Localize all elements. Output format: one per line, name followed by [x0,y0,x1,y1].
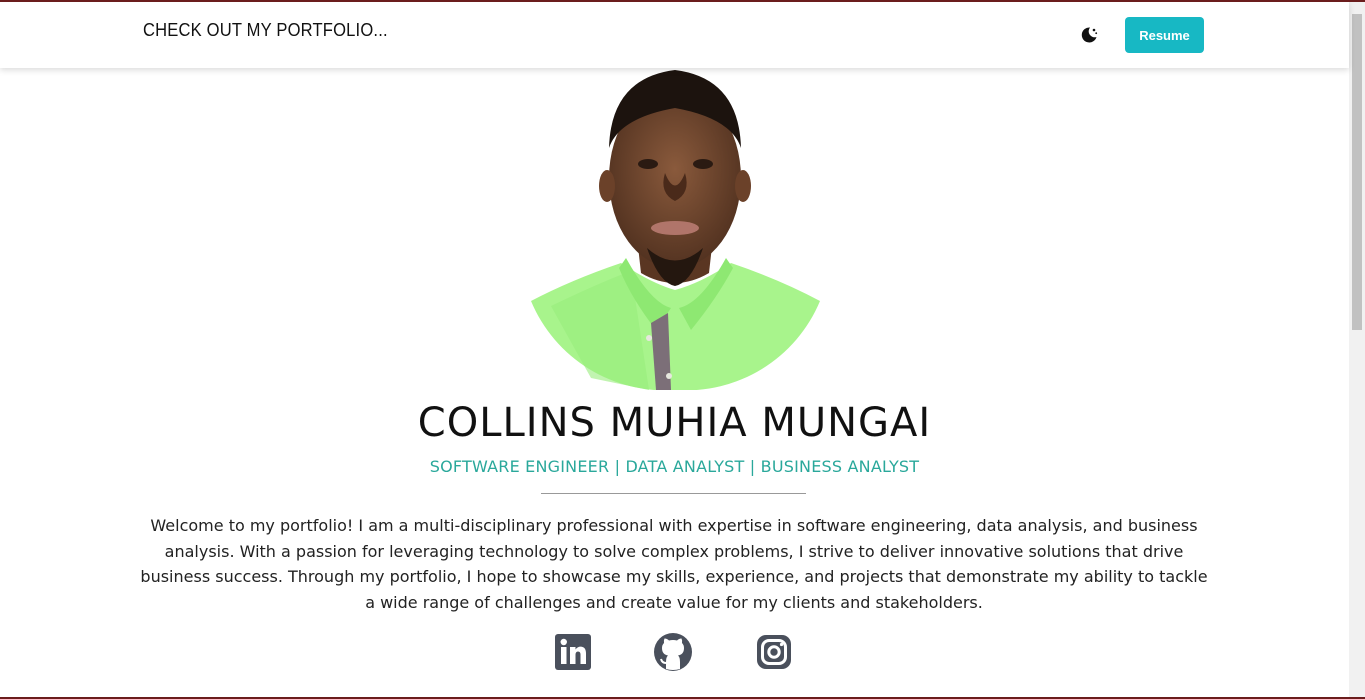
divider [541,493,806,494]
navbar: CHECK OUT MY PORTFOLIO... Resume [0,2,1349,68]
theme-toggle-button[interactable] [1078,24,1100,46]
instagram-icon [757,635,791,669]
instagram-link[interactable] [757,635,791,669]
profile-photo [531,70,820,390]
github-icon [654,633,692,671]
github-link[interactable] [654,633,692,671]
browser-viewport: CHECK OUT MY PORTFOLIO... Resume COLLINS… [0,0,1365,699]
moon-icon [1081,27,1098,43]
linkedin-icon [555,634,591,670]
resume-button[interactable]: Resume [1125,17,1204,53]
profile-roles: SOFTWARE ENGINEER | DATA ANALYST | BUSIN… [429,457,920,476]
linkedin-link[interactable] [555,634,591,670]
profile-name: COLLINS MUHIA MUNGAI [417,400,932,446]
page-scrollbar[interactable] [1349,2,1365,697]
profile-bio: Welcome to my portfolio! I am a multi-di… [140,516,1208,612]
brand-title[interactable]: CHECK OUT MY PORTFOLIO... [143,20,388,41]
scrollbar-thumb[interactable] [1352,14,1362,330]
